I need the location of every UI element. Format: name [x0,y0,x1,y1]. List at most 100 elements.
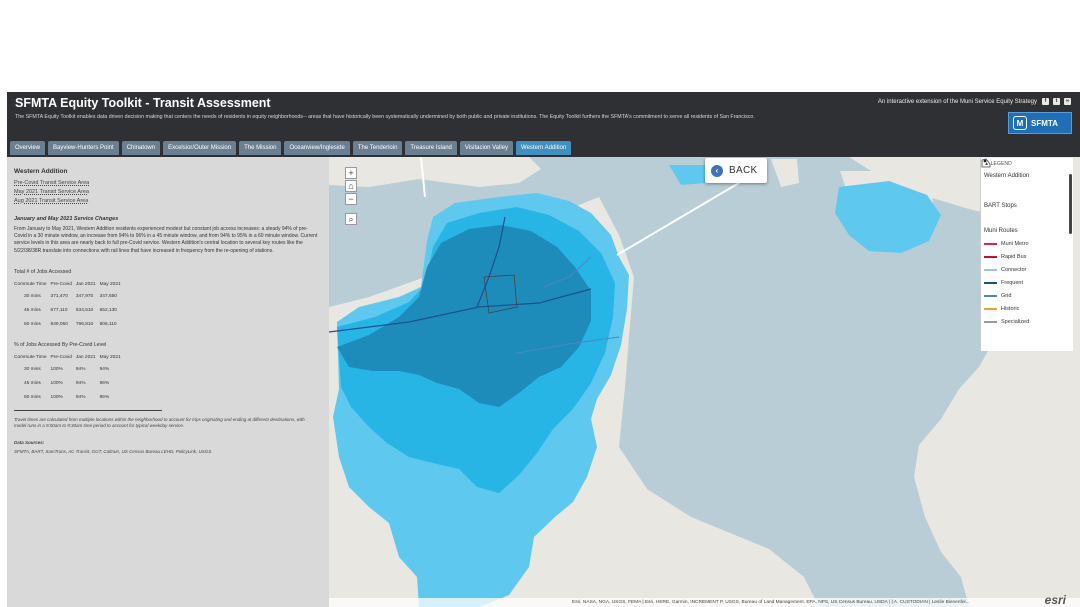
tab-the-tenderloin[interactable]: The Tenderloin [352,141,403,155]
layer-toggle-may-2021[interactable]: May 2021 Transit Service Area [14,189,322,195]
jobs-table-title: Total # of Jobs Accessed [14,268,72,275]
legend-item: Specialized [984,318,1073,325]
table-cell: 60 mins [24,394,41,400]
table-cell: 30 mins [24,366,41,372]
column-header: Commute Time [14,281,47,287]
tab-excelsior-outer-mission[interactable]: Excelsior/Outer Mission [163,141,237,155]
legend-heading[interactable]: ▲ LEGEND [984,161,1073,167]
map-attribution: Esri, NASA, NGA, USGS, FEMA | Esri, HERE… [329,598,1080,607]
social-links: f t ∞ [1042,98,1071,105]
table-header-row: Commute Time Pre-Covid Jan 2021 May 2021 [14,355,125,367]
tab-visitacion-valley[interactable]: Visitacion Valley [459,141,514,155]
layer-toggle-pre-covid[interactable]: Pre-Covid Transit Service Area [14,180,322,186]
tab-bar: Overview Bayview-Hunters Point Chinatown… [10,141,572,155]
back-button[interactable]: ‹ BACK [705,158,767,183]
table-row: 30 mins 371,470 347,970 347,650 [14,294,125,308]
page-description: The SFMTA Equity Toolkit enables data dr… [15,114,755,120]
jobs-table: Commute Time Pre-Covid Jan 2021 May 2021… [14,282,125,336]
column-header: May 2021 [99,281,121,287]
table-cell: 94% [75,380,86,386]
footnote: Travel times are calculated from multipl… [14,416,305,429]
legend-item-label: Rapid Bus [1001,253,1027,260]
home-button[interactable]: ⌂ [345,180,357,192]
table-row: 60 mins 849,050 796,810 806,110 [14,322,125,336]
legend-scrollbar[interactable] [1069,174,1072,234]
pct-table-title: % of Jobs Accessed By Pre-Covid Level [14,341,107,348]
column-header: Pre-Covid [50,354,72,360]
bay-bridge [616,176,750,256]
column-header: Jan 2021 [75,354,96,360]
rapid-bus-swatch [984,255,997,258]
legend-item-label: Muni Metro [1001,240,1029,247]
table-row: 30 mins 100% 94% 94% [14,367,125,381]
table-cell: 45 mins [24,307,41,313]
legend-item: Connector [984,266,1073,273]
table-cell: 94% [75,394,86,400]
column-header: Pre-Covid [50,281,72,287]
zoom-in-button[interactable]: + [345,167,357,179]
table-cell: 94% [99,366,110,372]
table-cell: 60 mins [24,321,41,327]
table-cell: 652,130 [99,307,117,313]
esri-logo: esri [1044,593,1066,607]
tab-western-addition[interactable]: Western Addition [516,141,572,155]
legend-item-label: Connector [1001,266,1027,273]
table-cell: 371,470 [50,293,68,299]
twitter-icon[interactable]: t [1053,98,1060,105]
legend-item-label: Historic [1001,305,1020,312]
table-cell: 347,970 [75,293,94,299]
bart-stop-icon [983,159,987,163]
muni-metro-swatch [984,242,997,245]
table-cell: 30 mins [24,293,41,299]
historic-swatch [984,307,997,310]
legend-item: Historic [984,305,1073,312]
zoom-out-button[interactable]: − [345,193,357,205]
grid-swatch [984,294,997,297]
link-icon[interactable]: ∞ [1064,98,1071,105]
table-row: 60 mins 100% 94% 95% [14,395,125,409]
tab-the-mission[interactable]: The Mission [239,141,282,155]
table-cell: 806,110 [99,321,117,327]
tab-chinatown[interactable]: Chinatown [121,141,161,155]
table-row: 45 mins 677,110 634,510 652,130 [14,308,125,322]
tab-treasure-island[interactable]: Treasure Island [405,141,457,155]
facebook-icon[interactable]: f [1042,98,1049,105]
table-cell: 100% [50,394,63,400]
table-header-row: Commute Time Pre-Covid Jan 2021 May 2021 [14,282,125,294]
legend-item-label: Frequent [1001,279,1024,286]
legend-group-western-addition: Western Addition [984,173,1030,179]
column-header: Commute Time [14,354,47,360]
table-cell: 95% [99,394,110,400]
data-sources-title: Data Sources: [14,439,45,445]
sfmta-logo-mark: M [1013,116,1027,130]
app-header: SFMTA Equity Toolkit - Transit Assessmen… [7,92,1080,157]
map-view[interactable]: + ⌂ − ⌕ ‹ BACK ▲ LEGEND Western Addition… [329,157,1080,607]
sfmta-logo-text: SFMTA [1031,118,1058,128]
legend-item: Frequent [984,279,1073,286]
basemap-canvas [329,157,1080,607]
section-divider [14,409,162,411]
tab-bayview-hunters-point[interactable]: Bayview-Hunters Point [48,141,119,155]
sidebar-panel: Western Addition Pre-Covid Transit Servi… [7,157,329,607]
treasure-island-land [771,159,799,187]
legend-polygon-swatch [981,158,1073,197]
tagline-link[interactable]: An interactive extension of the Muni Ser… [878,99,1037,105]
column-header: Jan 2021 [75,281,96,287]
table-cell: 849,050 [50,321,68,327]
search-button[interactable]: ⌕ [345,213,357,225]
tab-overview[interactable]: Overview [10,141,46,155]
table-cell: 347,650 [99,293,117,299]
data-sources: SFMTA, BART, SamTrans, AC Transit, GGT, … [14,448,213,454]
legend-item: Grid [984,292,1073,299]
legend-item-label: Specialized [1001,318,1030,325]
neighborhood-heading: Western Addition [14,168,68,175]
legend-panel[interactable]: ▲ LEGEND Western Addition BART Stops Mun… [980,158,1073,351]
sfmta-logo: M SFMTA [1008,112,1072,134]
layer-toggle-aug-2021[interactable]: Aug 2021 Transit Service Area [14,198,322,204]
tab-oceanview-ingleside[interactable]: Oceanview/Ingleside [284,141,350,155]
changes-body: From January to May 2021, Western Additi… [14,226,318,254]
legend-item: Rapid Bus [984,253,1073,260]
frequent-swatch [984,281,997,284]
app-window: SFMTA Equity Toolkit - Transit Assessmen… [7,92,1080,607]
column-header: May 2021 [99,354,121,360]
